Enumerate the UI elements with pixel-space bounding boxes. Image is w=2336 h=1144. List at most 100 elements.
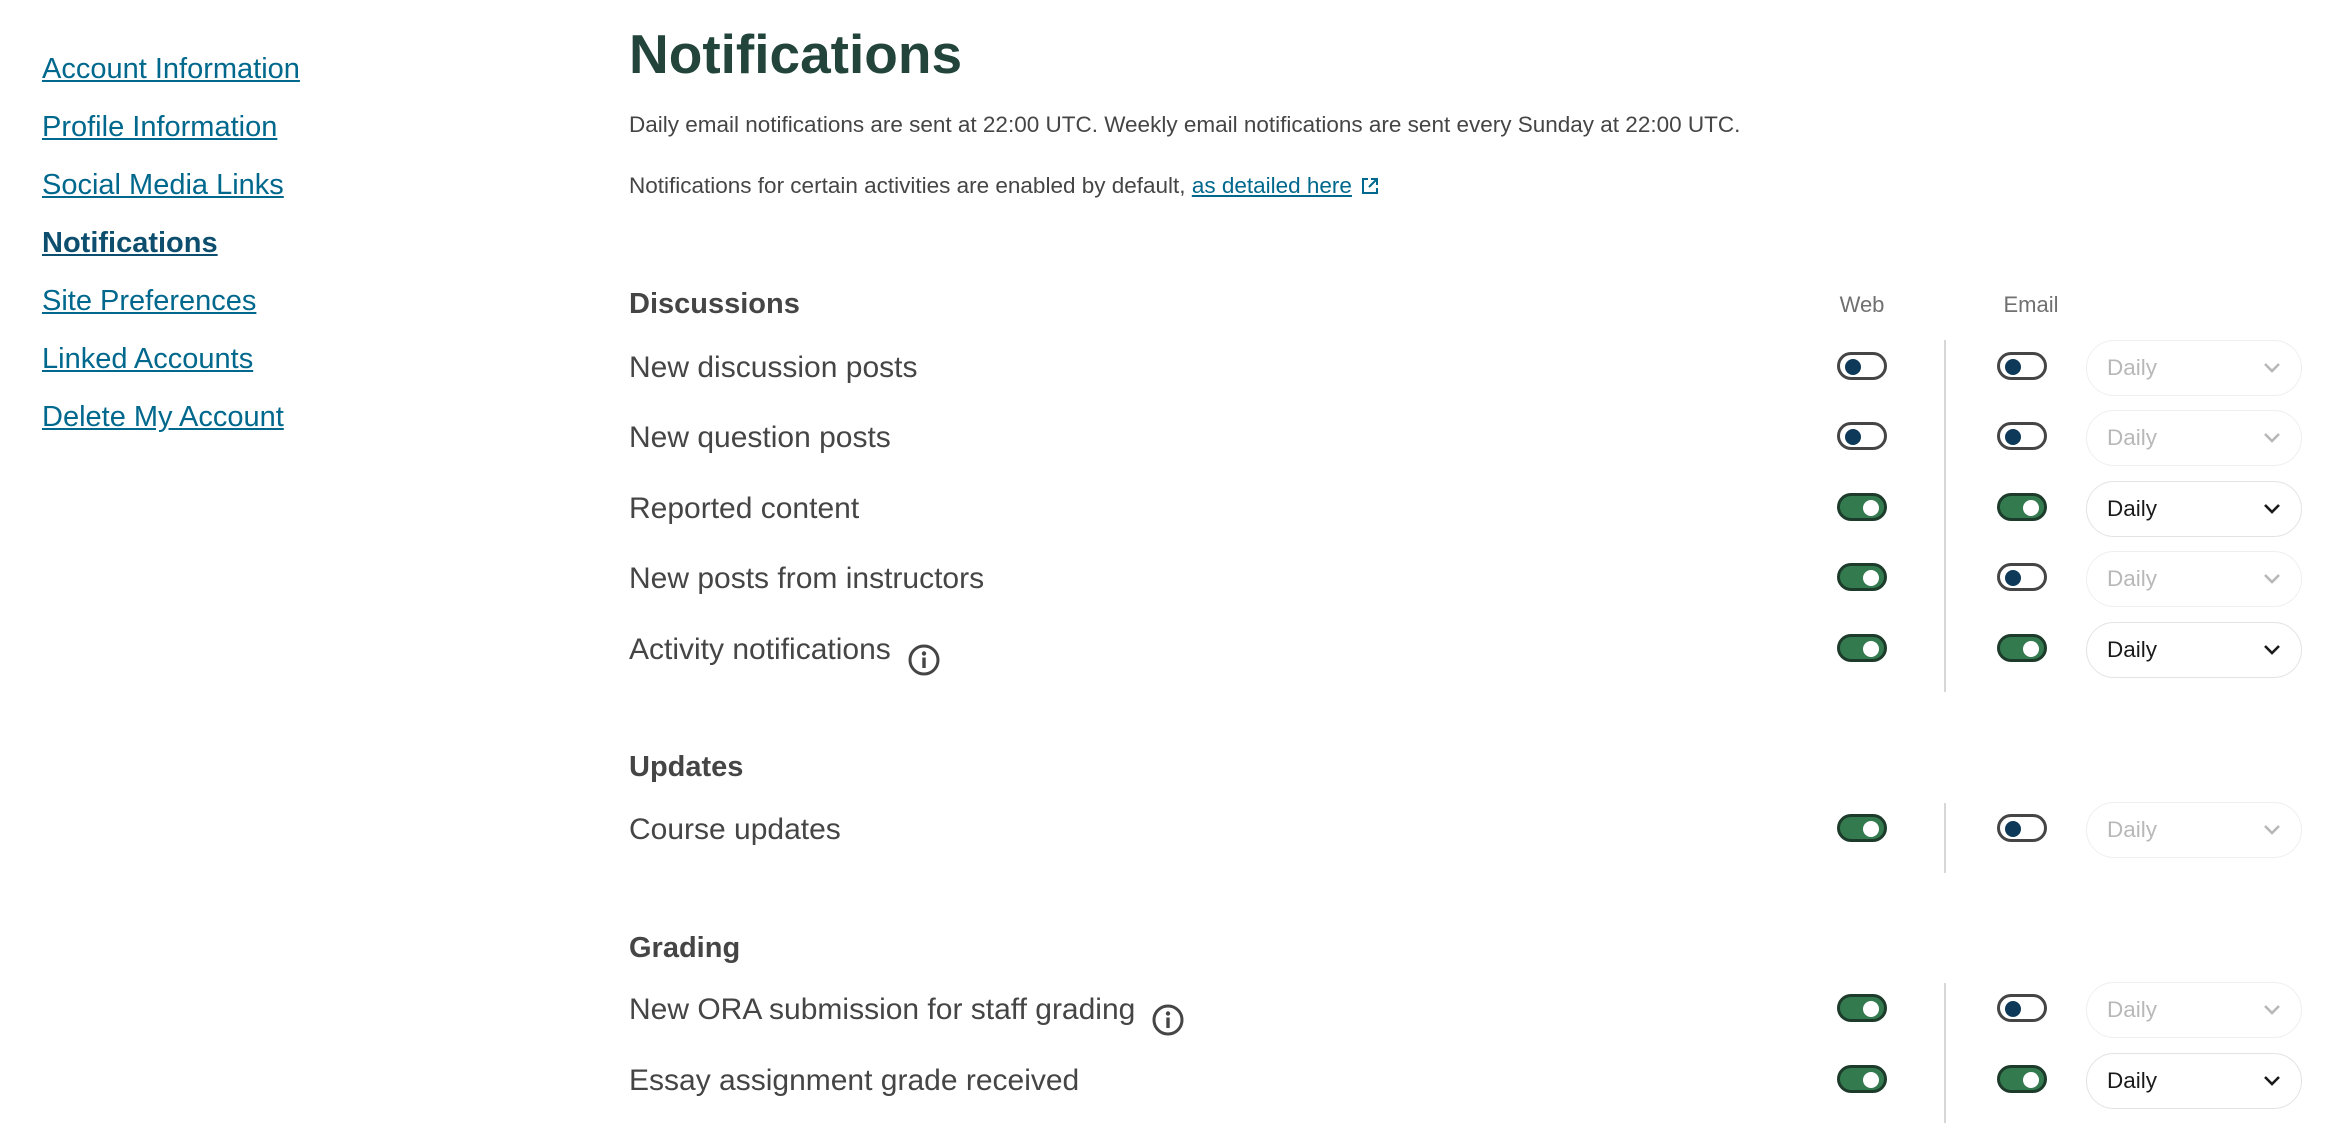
notification-row: New discussion posts Daily <box>629 333 2309 403</box>
row-label: Reported content <box>629 474 859 544</box>
row-label-text: Reported content <box>629 492 860 525</box>
row-label-text: Course updates <box>629 813 841 846</box>
toggle-knob <box>2005 821 2021 837</box>
row-label: Essay assignment grade received <box>629 1046 1079 1116</box>
info-icon[interactable] <box>1151 993 1185 1036</box>
frequency-value: Daily <box>2107 1068 2158 1093</box>
row-label: New ORA submission for staff grading <box>629 975 1185 1045</box>
toggle-knob <box>1863 641 1879 657</box>
row-label-text: Essay assignment grade received <box>629 1064 1080 1097</box>
frequency-value: Daily <box>2107 355 2158 380</box>
email-toggle[interactable] <box>1997 352 2047 380</box>
email-toggle[interactable] <box>1997 563 2047 591</box>
chevron-down-icon <box>2263 1004 2281 1016</box>
web-toggle[interactable] <box>1837 814 1887 842</box>
row-label: New posts from instructors <box>629 544 984 614</box>
default-note: Notifications for certain activities are… <box>629 173 1380 199</box>
email-frequency-select: Daily <box>2086 551 2302 607</box>
notification-row: Reported content Daily <box>629 474 2309 544</box>
frequency-value: Daily <box>2107 637 2158 662</box>
notification-row: Essay assignment grade received Daily <box>629 1046 2309 1116</box>
row-label-text: Activity notifications <box>629 633 891 666</box>
notification-row: New question posts Daily <box>629 403 2309 473</box>
toggle-knob <box>1845 359 1861 375</box>
row-label-text: New question posts <box>629 421 891 454</box>
toggle-knob <box>2023 500 2039 516</box>
sidebar-nav: Account Information Profile Information … <box>42 44 300 450</box>
row-label: Activity notifications <box>629 615 941 685</box>
external-link-icon[interactable] <box>1360 176 1380 196</box>
sidebar-item-delete-my-account[interactable]: Delete My Account <box>42 392 300 450</box>
notification-row: Course updates Daily <box>629 795 2309 865</box>
email-frequency-select[interactable]: Daily <box>2086 1053 2302 1109</box>
sidebar-item-social-media-links[interactable]: Social Media Links <box>42 160 300 218</box>
web-toggle[interactable] <box>1837 1065 1887 1093</box>
toggle-knob <box>2005 1001 2021 1017</box>
frequency-value: Daily <box>2107 817 2158 842</box>
info-icon[interactable] <box>907 633 941 676</box>
web-toggle[interactable] <box>1837 352 1887 380</box>
toggle-knob <box>2005 570 2021 586</box>
row-label-text: New posts from instructors <box>629 562 985 595</box>
section-title-discussions: Discussions <box>629 288 800 320</box>
sidebar-item-site-preferences[interactable]: Site Preferences <box>42 276 300 334</box>
toggle-knob <box>1863 570 1879 586</box>
email-toggle[interactable] <box>1997 422 2047 450</box>
sidebar-item-account-information[interactable]: Account Information <box>42 44 300 102</box>
section-title-updates: Updates <box>629 751 744 783</box>
email-frequency-select: Daily <box>2086 410 2302 466</box>
email-frequency-select[interactable]: Daily <box>2086 481 2302 537</box>
default-note-text: Notifications for certain activities are… <box>629 173 1186 198</box>
sidebar-item-profile-information[interactable]: Profile Information <box>42 102 300 160</box>
details-link[interactable]: as detailed here <box>1192 173 1352 198</box>
toggle-knob <box>1863 821 1879 837</box>
chevron-down-icon <box>2263 644 2281 656</box>
frequency-value: Daily <box>2107 425 2158 450</box>
email-toggle[interactable] <box>1997 493 2047 521</box>
frequency-value: Daily <box>2107 997 2158 1022</box>
email-frequency-select: Daily <box>2086 340 2302 396</box>
web-toggle[interactable] <box>1837 563 1887 591</box>
email-toggle[interactable] <box>1997 634 2047 662</box>
email-frequency-select[interactable]: Daily <box>2086 622 2302 678</box>
chevron-down-icon <box>2263 503 2281 515</box>
frequency-value: Daily <box>2107 566 2158 591</box>
chevron-down-icon <box>2263 573 2281 585</box>
row-label-text: New ORA submission for staff grading <box>629 993 1136 1026</box>
toggle-knob <box>1863 1001 1879 1017</box>
chevron-down-icon <box>2263 824 2281 836</box>
toggle-knob <box>2005 429 2021 445</box>
page-title: Notifications <box>629 23 963 85</box>
sidebar-item-notifications[interactable]: Notifications <box>42 218 300 276</box>
row-label: New question posts <box>629 403 891 473</box>
chevron-down-icon <box>2263 432 2281 444</box>
chevron-down-icon <box>2263 1075 2281 1087</box>
web-toggle[interactable] <box>1837 994 1887 1022</box>
row-label: Course updates <box>629 795 841 865</box>
schedule-note: Daily email notifications are sent at 22… <box>629 112 1741 137</box>
email-toggle[interactable] <box>1997 994 2047 1022</box>
notification-row: Activity notifications Daily <box>629 615 2309 685</box>
sidebar-item-linked-accounts[interactable]: Linked Accounts <box>42 334 300 392</box>
web-toggle[interactable] <box>1837 422 1887 450</box>
email-frequency-select: Daily <box>2086 802 2302 858</box>
notification-row: New ORA submission for staff grading Dail… <box>629 975 2309 1045</box>
email-frequency-select: Daily <box>2086 982 2302 1038</box>
toggle-knob <box>1863 1072 1879 1088</box>
row-label: New discussion posts <box>629 333 917 403</box>
chevron-down-icon <box>2263 362 2281 374</box>
row-label-text: New discussion posts <box>629 351 918 384</box>
toggle-knob <box>2023 1072 2039 1088</box>
frequency-value: Daily <box>2107 496 2158 521</box>
email-toggle[interactable] <box>1997 814 2047 842</box>
column-header-web: Web <box>1839 292 1885 317</box>
web-toggle[interactable] <box>1837 493 1887 521</box>
section-title-grading: Grading <box>629 932 741 964</box>
email-toggle[interactable] <box>1997 1065 2047 1093</box>
toggle-knob <box>1863 500 1879 516</box>
notification-row: New posts from instructors Daily <box>629 544 2309 614</box>
toggle-knob <box>2005 359 2021 375</box>
column-header-email: Email <box>2003 292 2059 317</box>
toggle-knob <box>1845 429 1861 445</box>
web-toggle[interactable] <box>1837 634 1887 662</box>
